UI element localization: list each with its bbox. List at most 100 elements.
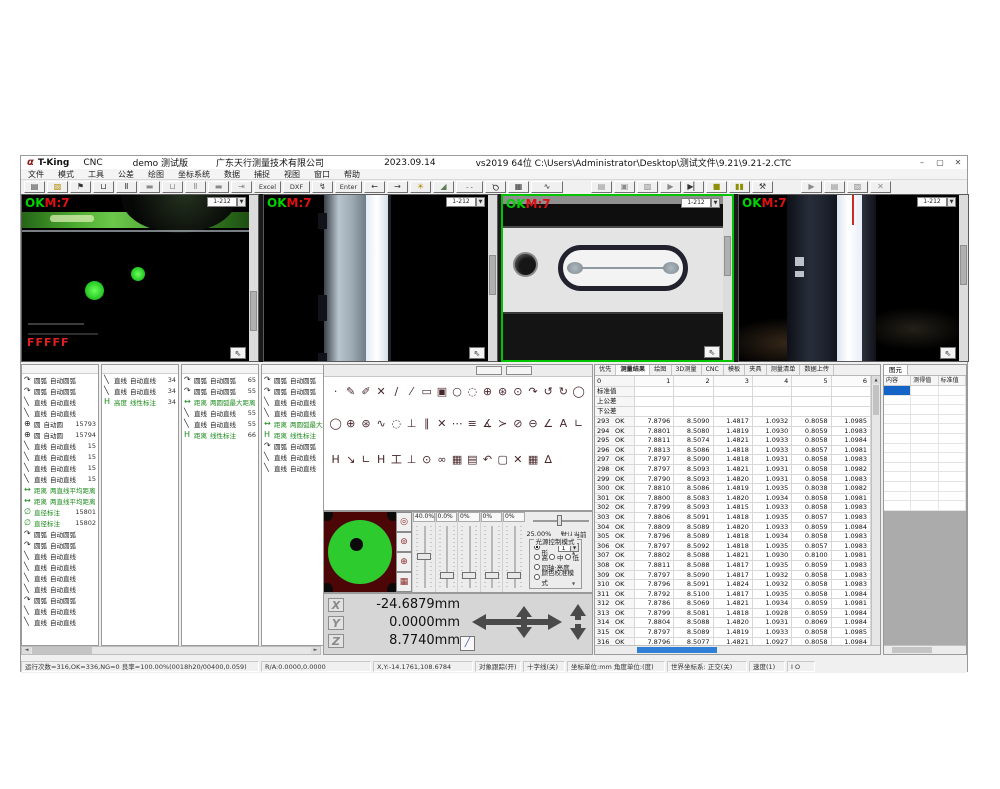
save-run-button[interactable]: ▤ [591,181,612,193]
light-bulb-button[interactable]: ☀ [410,181,431,193]
menu-item-11[interactable]: 帮助 [337,169,367,180]
slider-thumb[interactable] [440,572,454,579]
open-folder-button[interactable]: ▨ [47,181,68,193]
measure-tool-icon[interactable]: ⊥ [404,453,419,467]
close-tool-button[interactable]: ✕ [870,181,891,193]
landscape-button[interactable]: ◢ [433,181,454,193]
measure-tool-icon[interactable]: ▤ [465,453,480,467]
camera-view-1[interactable]: FFFFF OKM:7 1-212▼ ⇖ [21,194,259,362]
camera-4-pan-button[interactable]: ⇖ [940,347,956,359]
list-item[interactable]: ↔距离两直线平均距离 [22,495,98,506]
tab-夹具[interactable]: 夹具 [745,365,766,375]
list-item[interactable]: ╲直线自动直线 [22,396,98,407]
element-horizontal-scrollbar[interactable] [884,645,966,654]
flag-tool-button[interactable]: ⚑ [70,181,91,193]
results-horizontal-scrollbar[interactable] [595,645,880,654]
enter-button[interactable]: Enter [335,181,362,193]
camera-4-scrollbar[interactable] [959,195,968,361]
minus-minus-button[interactable]: - - [456,181,483,193]
tab-模板[interactable]: 模板 [724,365,745,375]
measure-tool-icon[interactable]: ≡ [465,417,480,431]
list-item[interactable]: ↷圆弧自动圆弧 [22,594,98,605]
measure-tool-icon[interactable]: ↻ [556,385,571,399]
menu-item-6[interactable]: 坐标系统 [171,169,217,180]
radio-icon[interactable] [549,554,555,560]
measure-tool-icon[interactable]: ▢ [495,453,510,467]
group-scroll-arrows[interactable]: ▲▼ [572,550,579,586]
table-row[interactable]: 297OK7.87978.50901.48181.09310.80581.098… [595,455,871,465]
save-button[interactable]: ▤ [24,181,45,193]
scrollbar-thumb[interactable] [637,647,717,653]
table-row[interactable]: 310OK7.87968.50911.48241.09320.80581.098… [595,580,871,590]
play-button[interactable]: ▶ [660,181,681,193]
camera-view-4[interactable]: OKM:7 1-212▼ ⇖ [738,194,969,362]
scrollbar-thumb[interactable] [250,291,257,331]
measure-tool-icon[interactable]: ⊖ [525,417,540,431]
play-to-end-button[interactable]: ▶▏ [683,181,704,193]
table-row[interactable]: 303OK7.88068.50911.48181.09350.80571.098… [595,513,871,523]
xy-jog-arrows-icon[interactable] [472,606,562,638]
measure-tool-icon[interactable]: H [328,453,343,467]
measure-tool-icon[interactable]: ∟ [571,417,586,431]
list-item[interactable]: ╲直线自动直线34 [102,374,178,385]
tab-element[interactable]: 图元 [884,365,908,375]
light-slider-1[interactable]: 40.0% [412,512,435,592]
camera-2-scrollbar[interactable] [488,195,497,361]
camera-view-3-selected[interactable]: OKM:7 1-212▼ ⇖ [501,194,734,362]
camera-3-zoom-select[interactable]: 1-212▼ [681,198,720,208]
camera-1-scrollbar[interactable] [249,195,258,361]
measure-tool-icon[interactable]: ⁄ [404,385,419,399]
clamp-down-button[interactable]: ⊔ [162,181,183,193]
maximize-button[interactable]: ▢ [931,157,949,169]
measure-tool-icon[interactable]: ↘ [343,453,358,467]
camera-1-zoom-select[interactable]: 1-212▼ [207,197,246,207]
measure-tool-icon[interactable]: ✐ [358,385,373,399]
diagonal-move-button[interactable]: ╱ [460,636,475,651]
measure-tool-icon[interactable]: ⋯ [450,417,465,431]
arrow-right-button[interactable]: → [387,181,408,193]
list-item[interactable]: ╲直线自动直线 [22,605,98,616]
table-row[interactable]: 302OK7.87998.50931.48151.09330.80581.098… [595,503,871,513]
ring-zone-button-3[interactable]: ⊕ [396,552,412,572]
lists-horizontal-scrollbar[interactable]: ◄ ► [21,646,321,655]
blank-tool-button[interactable]: ▬ [139,181,160,193]
dxf-export-button[interactable]: DXF [283,181,310,193]
list-item[interactable]: ╲直线自动直线15 [22,462,98,473]
scrollbar-thumb[interactable] [489,255,496,295]
measure-tool-icon[interactable]: H [374,453,389,467]
list-item[interactable]: ╲直线自动直线55 [182,407,258,418]
measure-tool-icon[interactable]: ⊥ [404,417,419,431]
measure-tool-icon[interactable]: ◌ [389,417,404,431]
measure-tool-icon[interactable]: ◌ [465,385,480,399]
camera-3-pan-button[interactable]: ⇖ [704,346,720,358]
measure-tool-icon[interactable]: ∕ [389,385,404,399]
slider-thumb[interactable] [485,572,499,579]
stop-button[interactable]: ■ [706,181,727,193]
list-item[interactable]: ↷圆弧自动圆弧 [22,374,98,385]
table-row[interactable]: 308OK7.88118.50881.48171.09350.80591.098… [595,561,871,571]
ring-zone-button[interactable]: ◎ [396,512,412,532]
table-row[interactable]: 293OK7.87968.50901.48171.09320.80581.098… [595,417,871,427]
menu-item-2[interactable]: 模式 [51,169,81,180]
ring-light-circle[interactable] [328,520,392,584]
list-item[interactable]: ↔距离两圆弧最大距离 [182,396,258,407]
tab-测量结果[interactable]: 测量结果 [616,365,650,375]
list-item[interactable]: ╲直线自动直线15 [22,473,98,484]
list-item[interactable]: ╲直线自动直线15 [22,440,98,451]
measure-tool-icon[interactable]: ∞ [434,453,449,467]
measure-tool-icon[interactable]: ⊕ [480,385,495,399]
measure-tool-icon[interactable]: ✕ [510,453,525,467]
chevron-down-icon[interactable]: ▼ [237,197,246,207]
tab-绘图[interactable]: 绘图 [650,365,671,375]
table-row[interactable]: 314OK7.88048.50881.48201.09310.80691.098… [595,618,871,628]
radio-icon[interactable] [565,554,571,560]
measure-tool-icon[interactable]: ⊛ [358,417,373,431]
menu-item-7[interactable]: 数据 [217,169,247,180]
tool-hammer-button[interactable]: ⚒ [752,181,773,193]
measure-tool-icon[interactable]: ↶ [480,453,495,467]
z-jog-arrows-icon[interactable] [570,604,586,640]
list-item[interactable]: ╲直线自动直线55 [182,418,258,429]
list-item[interactable]: ╲直线自动直线34 [102,385,178,396]
table-row[interactable]: 304OK7.88098.50891.48201.09330.80591.098… [595,523,871,533]
measure-tool-icon[interactable]: ✎ [343,385,358,399]
